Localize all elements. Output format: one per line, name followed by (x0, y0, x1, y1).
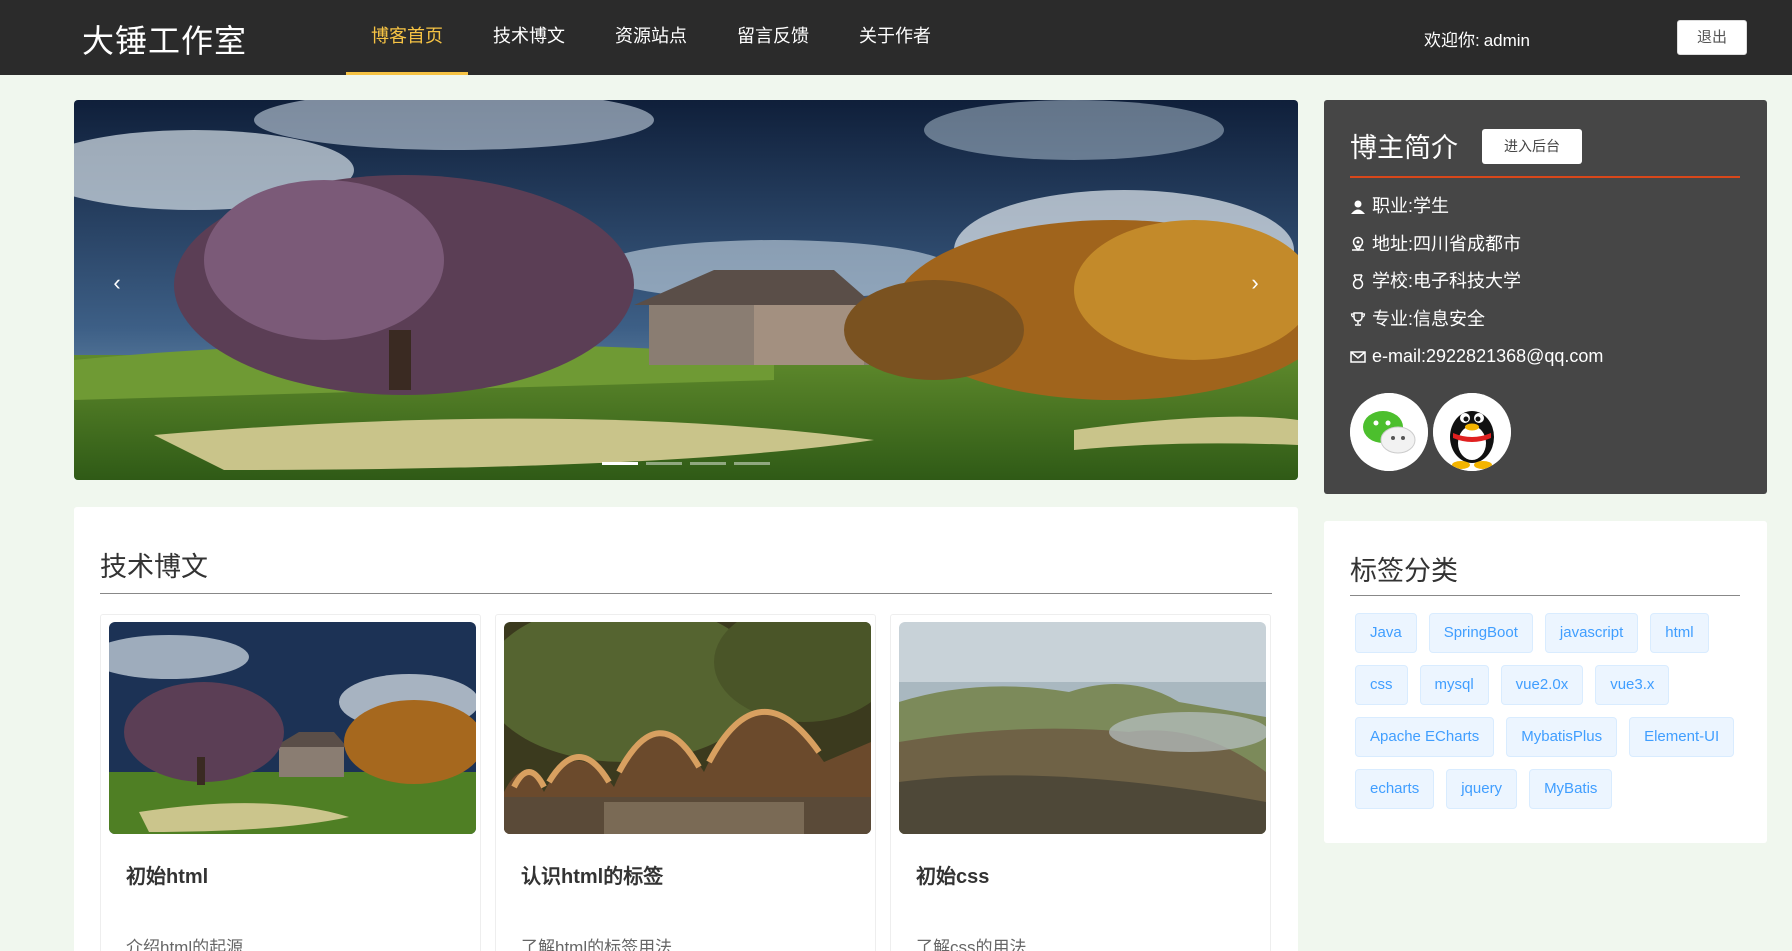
tag-javascript[interactable]: javascript (1544, 613, 1639, 653)
wechat-icon[interactable] (1350, 393, 1428, 471)
carousel-prev-icon[interactable]: ‹ (102, 270, 132, 296)
tag-echarts[interactable]: echarts (1355, 769, 1435, 809)
article-title[interactable]: 初始css (916, 860, 989, 889)
info-email: e-mail:2922821368@qq.com (1350, 338, 1603, 376)
tags-panel: 标签分类 Java SpringBoot javascript html css… (1324, 521, 1767, 843)
articles-title: 技术博文 (100, 552, 208, 582)
tag-java[interactable]: Java (1355, 613, 1417, 653)
trophy-icon (1350, 312, 1366, 326)
nav-home[interactable]: 博客首页 (346, 0, 468, 75)
main-nav: 博客首页 技术博文 资源站点 留言反馈 关于作者 (346, 0, 956, 75)
qq-icon[interactable] (1433, 393, 1511, 471)
tags-divider (1350, 595, 1740, 596)
article-title[interactable]: 初始html (126, 860, 208, 889)
profile-info-list: 职业:学生 地址:四川省成都市 学校:电子科技大学 专业:信息安全 e-mail… (1350, 188, 1603, 376)
article-desc: 了解css的用法 (916, 938, 1027, 951)
info-major: 专业:信息安全 (1350, 301, 1603, 339)
info-text: 学校:电子科技大学 (1372, 271, 1522, 291)
carousel-indicators (74, 462, 1298, 465)
article-thumbnail[interactable] (899, 622, 1266, 834)
article-card[interactable]: 初始css 了解css的用法 (890, 614, 1271, 951)
tags-title: 标签分类 (1350, 556, 1458, 586)
info-occupation: 职业:学生 (1350, 188, 1603, 226)
profile-divider (1350, 176, 1740, 178)
username: admin (1483, 31, 1530, 50)
tag-jquery[interactable]: jquery (1446, 769, 1518, 809)
tag-vue3[interactable]: vue3.x (1595, 665, 1670, 705)
info-text: e-mail:2922821368@qq.com (1372, 346, 1604, 366)
article-desc: 介绍html的起源 (126, 938, 244, 951)
carousel-image (74, 100, 1298, 480)
location-icon (1352, 237, 1364, 252)
welcome-label: 欢迎你: (1423, 31, 1480, 50)
tag-list: Java SpringBoot javascript html css mysq… (1355, 613, 1755, 809)
tag-apache-echarts[interactable]: Apache ECharts (1355, 717, 1495, 757)
info-text: 职业:学生 (1372, 196, 1450, 216)
tag-vue2[interactable]: vue2.0x (1500, 665, 1584, 705)
info-text: 专业:信息安全 (1372, 308, 1486, 329)
hero-carousel[interactable]: ‹ › (74, 100, 1298, 480)
nav-about[interactable]: 关于作者 (834, 0, 956, 75)
info-address: 地址:四川省成都市 (1350, 226, 1603, 264)
carousel-indicator[interactable] (646, 462, 682, 465)
enter-admin-button[interactable]: 进入后台 (1482, 129, 1582, 164)
articles-divider (100, 593, 1272, 594)
tag-css[interactable]: css (1355, 665, 1408, 705)
articles-panel: 技术博文 初始html 介绍html的起源 认识html的标签 了解html的标… (74, 507, 1298, 951)
info-school: 学校:电子科技大学 (1350, 263, 1603, 301)
article-card[interactable]: 初始html 介绍html的起源 (100, 614, 481, 951)
profile-title: 博主简介 (1350, 133, 1458, 163)
carousel-indicator[interactable] (734, 462, 770, 465)
carousel-indicator[interactable] (690, 462, 726, 465)
top-navbar: 大锤工作室 博客首页 技术博文 资源站点 留言反馈 关于作者 欢迎你: admin… (0, 0, 1792, 75)
tag-mysql[interactable]: mysql (1419, 665, 1489, 705)
tag-mybatis[interactable]: MyBatis (1529, 769, 1613, 809)
nav-resources[interactable]: 资源站点 (590, 0, 712, 75)
article-title[interactable]: 认识html的标签 (521, 860, 663, 889)
article-thumbnail[interactable] (109, 622, 476, 834)
article-card[interactable]: 认识html的标签 了解html的标签用法 (495, 614, 876, 951)
tag-springboot[interactable]: SpringBoot (1428, 613, 1533, 653)
article-thumbnail[interactable] (504, 622, 871, 834)
nav-tech-articles[interactable]: 技术博文 (468, 0, 590, 75)
carousel-indicator[interactable] (602, 462, 638, 465)
medal-icon (1352, 274, 1364, 289)
info-text: 地址:四川省成都市 (1372, 233, 1522, 254)
nav-feedback[interactable]: 留言反馈 (712, 0, 834, 75)
social-links (1350, 393, 1511, 471)
tag-element-ui[interactable]: Element-UI (1629, 717, 1735, 757)
welcome-text: 欢迎你: admin (1424, 26, 1530, 51)
tag-mybatisplus[interactable]: MybatisPlus (1506, 717, 1618, 757)
user-icon (1351, 200, 1365, 214)
article-desc: 了解html的标签用法 (521, 938, 673, 951)
blogger-profile-panel: 博主简介 进入后台 职业:学生 地址:四川省成都市 学校:电子科技大学 专业:信… (1324, 100, 1767, 494)
tag-html[interactable]: html (1650, 613, 1709, 653)
mail-icon (1350, 351, 1366, 363)
logout-button[interactable]: 退出 (1677, 20, 1747, 55)
article-card-list: 初始html 介绍html的起源 认识html的标签 了解html的标签用法 初… (100, 614, 1271, 951)
carousel-next-icon[interactable]: › (1240, 270, 1270, 296)
site-brand[interactable]: 大锤工作室 (82, 16, 247, 62)
